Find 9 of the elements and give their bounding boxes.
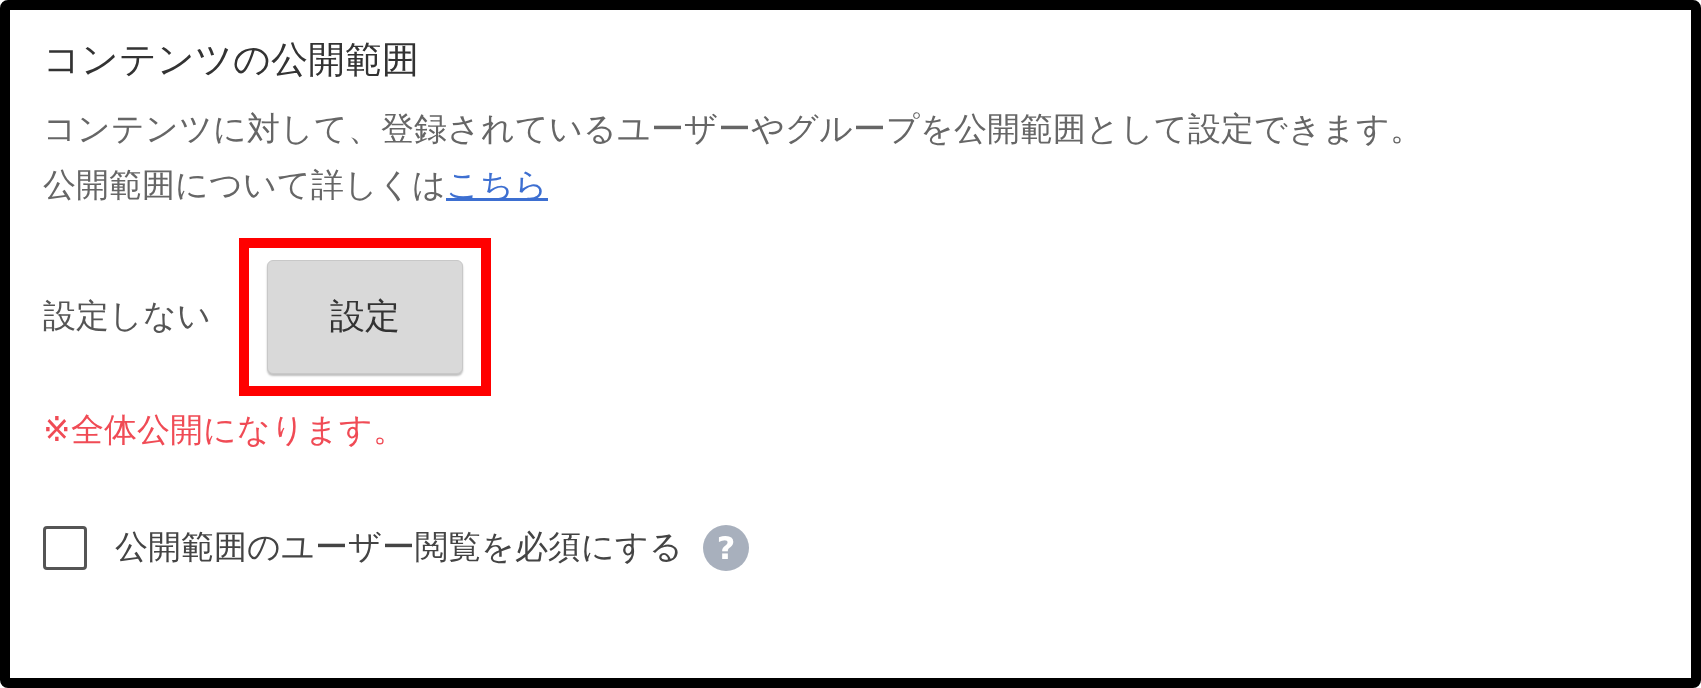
settings-button[interactable]: 設定 (267, 259, 463, 374)
status-text: 設定しない (43, 295, 211, 338)
checkbox[interactable] (43, 525, 87, 570)
checkbox-label: 公開範囲のユーザー閲覧を必須にする (115, 526, 683, 569)
warning-note: ※全体公開になります。 (43, 408, 406, 451)
section-title: コンテンツの公開範囲 (43, 38, 419, 83)
description-text: コンテンツに対して、登録されているユーザーやグループを公開範囲として設定できます。 (43, 109, 1423, 149)
help-text: 公開範囲について詳しくは こちら (43, 165, 548, 205)
details-link[interactable]: こちら (446, 165, 548, 204)
